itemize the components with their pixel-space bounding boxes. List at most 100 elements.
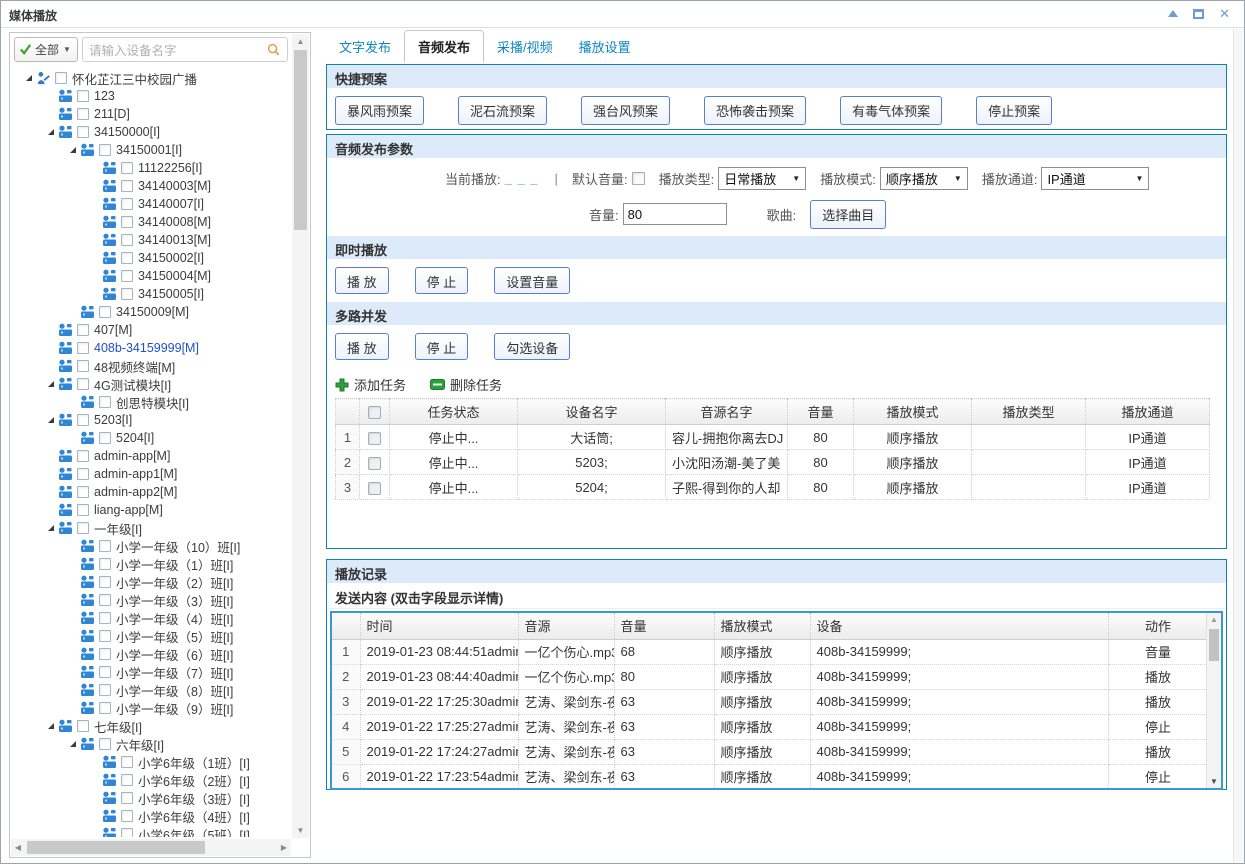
tab-audio-publish[interactable]: 音频发布 xyxy=(404,30,484,63)
tree-item[interactable]: 小学一年级（2）班[I] xyxy=(12,573,290,591)
task-row[interactable]: 3停止中...5204;子熙-得到你的人却80顺序播放IP通道 xyxy=(336,475,1210,500)
tree-checkbox[interactable] xyxy=(99,702,111,714)
record-row[interactable]: 42019-01-22 17:25:27admin艺涛、梁剑东-夜色(D.63顺… xyxy=(332,714,1208,739)
tree-item[interactable]: 小学一年级（3）班[I] xyxy=(12,591,290,609)
scroll-left-icon[interactable]: ◀ xyxy=(13,843,23,852)
tree-checkbox[interactable] xyxy=(99,144,111,156)
tree-checkbox[interactable] xyxy=(121,756,133,768)
tree-item[interactable]: 34140008[M] xyxy=(12,213,290,231)
plan-button-1[interactable]: 泥石流预案 xyxy=(458,96,547,125)
tree-checkbox[interactable] xyxy=(77,504,89,516)
play-type-select[interactable]: 日常播放 ▼ xyxy=(718,167,806,190)
tree-checkbox[interactable] xyxy=(99,630,111,642)
play-mode-select[interactable]: 顺序播放 ▼ xyxy=(880,167,968,190)
expand-triangle-icon[interactable] xyxy=(48,129,54,135)
scroll-down-icon[interactable]: ▼ xyxy=(1207,777,1221,786)
tree-item[interactable]: 小学一年级（4）班[I] xyxy=(12,609,290,627)
tree-item[interactable]: 34140013[M] xyxy=(12,231,290,249)
tree-item[interactable]: 34150001[I] xyxy=(12,141,290,159)
expand-triangle-icon[interactable] xyxy=(70,147,76,153)
maximize-icon[interactable] xyxy=(1193,9,1204,19)
tree-item[interactable]: 小学6年级（5班）[I] xyxy=(12,825,290,837)
tree-item[interactable]: 34140003[M] xyxy=(12,177,290,195)
scroll-right-icon[interactable]: ▶ xyxy=(279,843,289,852)
task-checkbox[interactable] xyxy=(368,432,381,445)
tree-checkbox[interactable] xyxy=(99,594,111,606)
tree-item[interactable]: 小学6年级（2班）[I] xyxy=(12,771,290,789)
tree-checkbox[interactable] xyxy=(99,612,111,624)
tree-checkbox[interactable] xyxy=(77,360,89,372)
window-vertical-scrollbar[interactable] xyxy=(1233,29,1243,862)
tree-checkbox[interactable] xyxy=(99,684,111,696)
plan-button-2[interactable]: 强台风预案 xyxy=(581,96,670,125)
tree-checkbox[interactable] xyxy=(77,126,89,138)
collapse-icon[interactable] xyxy=(1168,10,1178,17)
tree-checkbox[interactable] xyxy=(77,450,89,462)
tab-capture-video[interactable]: 采播/视频 xyxy=(484,31,566,62)
tree-checkbox[interactable] xyxy=(121,270,133,282)
close-icon[interactable]: ✕ xyxy=(1219,8,1230,19)
tree-item[interactable]: admin-app[M] xyxy=(12,447,290,465)
tree-checkbox[interactable] xyxy=(121,774,133,786)
tree-item[interactable]: 小学6年级（4班）[I] xyxy=(12,807,290,825)
tree-item[interactable]: 4G测试模块[I] xyxy=(12,375,290,393)
plan-button-0[interactable]: 暴风雨预案 xyxy=(335,96,424,125)
volume-input[interactable] xyxy=(623,203,727,225)
tree-checkbox[interactable] xyxy=(77,342,89,354)
tree-checkbox[interactable] xyxy=(77,414,89,426)
tree-checkbox[interactable] xyxy=(77,522,89,534)
task-checkbox[interactable] xyxy=(368,482,381,495)
search-input[interactable]: 请输入设备名字 xyxy=(82,37,288,62)
tree-checkbox[interactable] xyxy=(121,252,133,264)
tree-item[interactable]: 211[D] xyxy=(12,105,290,123)
tree-checkbox[interactable] xyxy=(121,288,133,300)
tree-checkbox[interactable] xyxy=(99,666,111,678)
record-row[interactable]: 32019-01-22 17:25:30admin艺涛、梁剑东-夜色(D.63顺… xyxy=(332,689,1208,714)
select-all-tasks-checkbox[interactable] xyxy=(368,406,381,419)
scrollbar-thumb[interactable] xyxy=(1209,629,1219,661)
tree-checkbox[interactable] xyxy=(77,108,89,120)
tree-item[interactable]: 407[M] xyxy=(12,321,290,339)
plan-button-4[interactable]: 有毒气体预案 xyxy=(840,96,942,125)
tree-checkbox[interactable] xyxy=(121,828,133,837)
tree-item[interactable]: liang-app[M] xyxy=(12,501,290,519)
add-task-button[interactable]: 添加任务 xyxy=(335,375,406,394)
plan-button-5[interactable]: 停止预案 xyxy=(976,96,1052,125)
tree-item[interactable]: 怀化芷江三中校园广播 xyxy=(12,69,290,87)
expand-triangle-icon[interactable] xyxy=(48,525,54,531)
remove-task-button[interactable]: 删除任务 xyxy=(430,375,502,394)
expand-triangle-icon[interactable] xyxy=(26,75,32,81)
select-all-dropdown[interactable]: 全部 ▼ xyxy=(14,37,78,62)
task-row[interactable]: 2停止中...5203;小沈阳汤潮-美了美80顺序播放IP通道 xyxy=(336,450,1210,475)
tree-item[interactable]: 小学一年级（8）班[I] xyxy=(12,681,290,699)
tree-checkbox[interactable] xyxy=(121,234,133,246)
tree-item[interactable]: 34140007[I] xyxy=(12,195,290,213)
tab-text-publish[interactable]: 文字发布 xyxy=(326,31,404,62)
scrollbar-thumb[interactable] xyxy=(27,841,205,854)
tree-item[interactable]: 408b-34159999[M] xyxy=(12,339,290,357)
instant-button-2[interactable]: 设置音量 xyxy=(494,267,570,294)
scroll-down-icon[interactable]: ▼ xyxy=(292,826,309,835)
play-channel-select[interactable]: IP通道 ▼ xyxy=(1041,167,1149,190)
tree-item[interactable]: 5203[I] xyxy=(12,411,290,429)
multi-button-0[interactable]: 播 放 xyxy=(335,333,389,360)
tree-checkbox[interactable] xyxy=(77,324,89,336)
task-checkbox[interactable] xyxy=(368,457,381,470)
tree-item[interactable]: 六年级[I] xyxy=(12,735,290,753)
tree-checkbox[interactable] xyxy=(77,720,89,732)
tree-checkbox[interactable] xyxy=(121,180,133,192)
tree-item[interactable]: 34150005[I] xyxy=(12,285,290,303)
tree-item[interactable]: 34150002[I] xyxy=(12,249,290,267)
tree-item[interactable]: 小学一年级（5）班[I] xyxy=(12,627,290,645)
tree-checkbox[interactable] xyxy=(99,432,111,444)
tree-checkbox[interactable] xyxy=(99,306,111,318)
tree-checkbox[interactable] xyxy=(99,558,111,570)
record-row[interactable]: 12019-01-23 08:44:51admin一亿个伤心.mp3:68顺序播… xyxy=(332,639,1208,664)
tree-item[interactable]: 34150009[M] xyxy=(12,303,290,321)
tree-checkbox[interactable] xyxy=(77,378,89,390)
default-volume-checkbox[interactable] xyxy=(632,172,645,185)
scroll-up-icon[interactable]: ▲ xyxy=(292,37,309,46)
tree-item[interactable]: 小学6年级（1班）[I] xyxy=(12,753,290,771)
tree-checkbox[interactable] xyxy=(99,576,111,588)
tree-item[interactable]: 一年级[I] xyxy=(12,519,290,537)
